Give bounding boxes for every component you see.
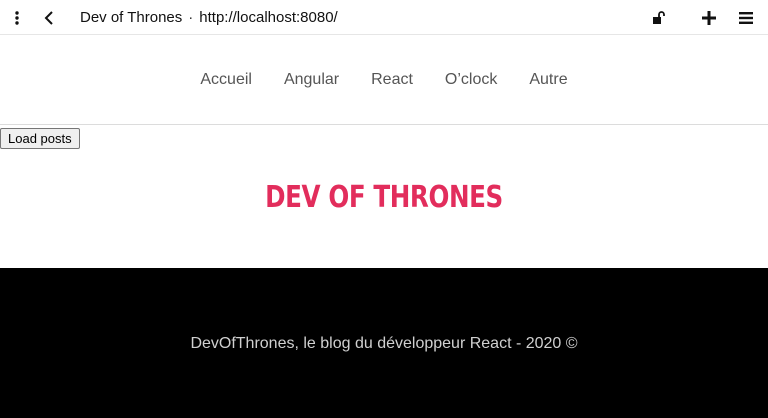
site-navigation: Accueil Angular React O’clock Autre <box>0 35 768 125</box>
load-posts-button[interactable]: Load posts <box>0 128 80 149</box>
hero-title: DEV OF THRONES <box>265 180 503 215</box>
nav-item-react[interactable]: React <box>371 71 413 89</box>
more-vertical-icon[interactable] <box>2 0 32 35</box>
chevron-left-icon[interactable] <box>34 0 64 35</box>
hamburger-icon[interactable] <box>731 0 761 35</box>
nav-item-accueil[interactable]: Accueil <box>200 71 252 89</box>
unlock-icon[interactable] <box>644 0 674 35</box>
url-text: http://localhost:8080/ <box>199 9 338 26</box>
footer-text: DevOfThrones, le blog du développeur Rea… <box>190 335 578 352</box>
footer: DevOfThrones, le blog du développeur Rea… <box>0 268 768 418</box>
nav-item-oclock[interactable]: O’clock <box>445 71 497 89</box>
address-bar[interactable]: Dev of Thrones · http://localhost:8080/ <box>80 0 338 35</box>
nav-item-angular[interactable]: Angular <box>284 71 339 89</box>
page-title: Dev of Thrones <box>80 9 183 26</box>
nav-item-autre[interactable]: Autre <box>529 71 567 89</box>
title-url-separator: · <box>188 9 194 26</box>
browser-toolbar: Dev of Thrones · http://localhost:8080/ <box>0 0 768 35</box>
plus-icon[interactable] <box>694 0 724 35</box>
